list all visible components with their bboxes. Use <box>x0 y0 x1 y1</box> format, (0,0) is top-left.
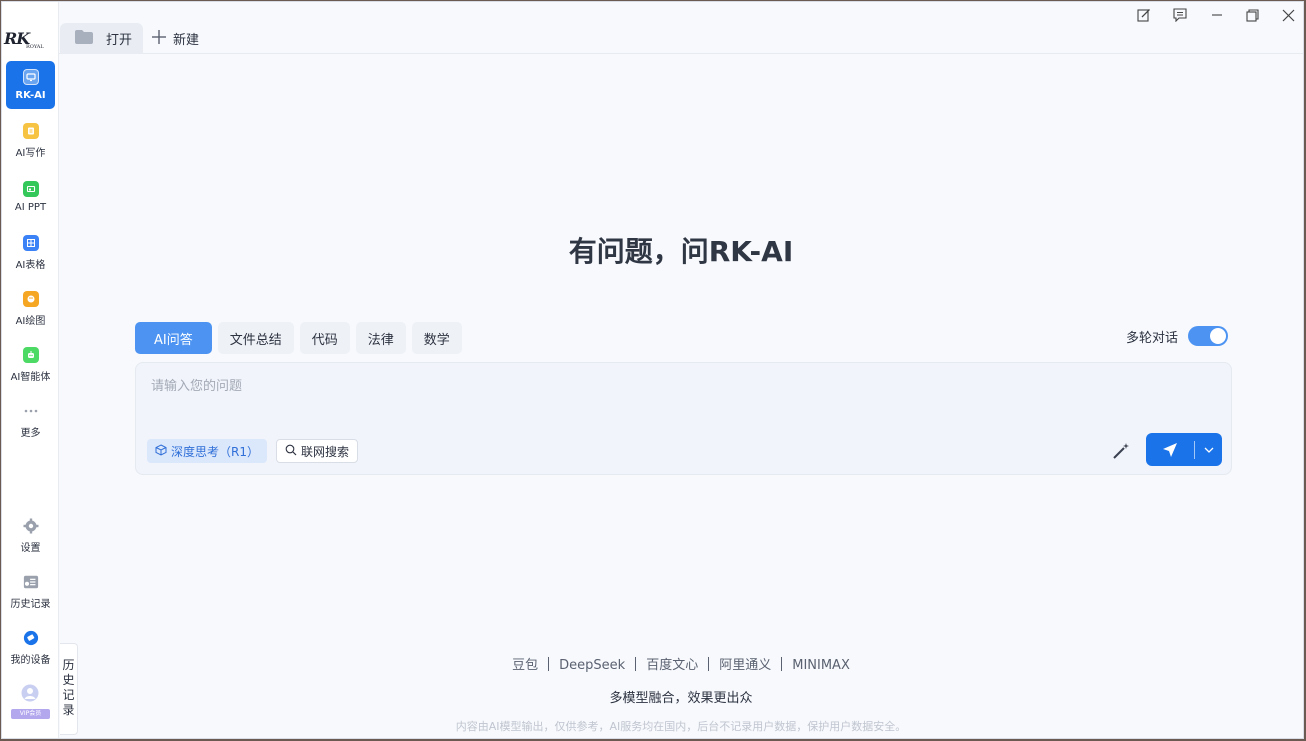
writing-icon <box>22 123 39 139</box>
sidebar-item-settings[interactable]: 设置 <box>6 512 55 560</box>
folder-icon <box>74 29 94 49</box>
model-list: 豆包 DeepSeek 百度文心 阿里通义 MINIMAX <box>59 654 1303 673</box>
sidebar-item-ai-ppt[interactable]: AI PPT <box>6 173 55 221</box>
model-name: MINIMAX <box>792 658 850 673</box>
cube-icon <box>155 443 167 459</box>
slogan: 多模型融合，效果更出众 <box>609 691 753 706</box>
mode-tabs: AI问答 文件总结 代码 法律 数学 <box>135 322 462 354</box>
chevron-down-icon[interactable] <box>1195 433 1222 466</box>
rk-ai-icon <box>22 69 39 85</box>
sidebar-item-label: 我的设备 <box>10 655 51 666</box>
magic-wand-icon[interactable] <box>1111 441 1131 461</box>
sidebar-item-more[interactable]: 更多 <box>6 397 55 445</box>
agent-icon <box>22 347 39 363</box>
plus-icon <box>151 29 167 49</box>
sidebar-item-ai-writing[interactable]: AI写作 <box>6 117 55 165</box>
table-icon <box>22 235 39 251</box>
sidebar-item-label: AI写作 <box>15 148 46 159</box>
tab-math[interactable]: 数学 <box>411 322 462 354</box>
palette-icon <box>22 291 39 307</box>
new-tab-button[interactable]: 新建 <box>151 23 199 54</box>
device-icon <box>23 630 39 646</box>
app-window: RK ROYAL RK-AI AI写作 AI PPT AI表格 AI绘图 AI智… <box>1 1 1304 739</box>
page-title: 有问题，问RK-AI <box>568 235 794 268</box>
question-input-box: 深度思考（R1） 联网搜索 <box>135 362 1232 475</box>
sidebar-item-ai-table[interactable]: AI表格 <box>6 229 55 277</box>
sidebar-item-label: 设置 <box>20 543 41 554</box>
sidebar: RK ROYAL RK-AI AI写作 AI PPT AI表格 AI绘图 AI智… <box>2 2 59 738</box>
tab-ai-qa[interactable]: AI问答 <box>135 322 212 354</box>
avatar[interactable] <box>21 684 39 702</box>
multi-turn-label: 多轮对话 <box>1126 330 1179 346</box>
send-icon[interactable] <box>1146 433 1194 466</box>
question-input[interactable] <box>151 375 1211 425</box>
gear-icon <box>23 518 39 534</box>
restore-icon[interactable] <box>1242 5 1262 25</box>
send-button[interactable] <box>1146 433 1222 466</box>
model-name: 阿里通义 <box>719 658 772 673</box>
sidebar-item-rk-ai[interactable]: RK-AI <box>6 61 55 109</box>
ppt-icon <box>22 181 39 197</box>
model-name: 百度文心 <box>646 658 699 673</box>
sidebar-item-ai-agent[interactable]: AI智能体 <box>6 341 55 389</box>
sidebar-item-history[interactable]: 历史记录 <box>6 568 55 616</box>
sidebar-item-label: 历史记录 <box>10 599 51 610</box>
feedback-icon[interactable] <box>1170 5 1190 25</box>
sidebar-item-label: RK-AI <box>15 90 46 101</box>
close-icon[interactable] <box>1278 5 1298 25</box>
web-search-toggle[interactable]: 联网搜索 <box>276 439 359 463</box>
edit-icon[interactable] <box>1134 5 1154 25</box>
tab-file-summary[interactable]: 文件总结 <box>217 322 294 354</box>
tab-open[interactable]: 打开 <box>60 23 143 54</box>
more-icon <box>23 403 39 419</box>
sidebar-item-ai-drawing[interactable]: AI绘图 <box>6 285 55 333</box>
tab-law[interactable]: 法律 <box>355 322 406 354</box>
sidebar-item-label: AI PPT <box>14 202 47 213</box>
history-icon <box>23 574 39 590</box>
app-logo: RK ROYAL <box>4 29 44 50</box>
multi-turn-toggle[interactable] <box>1188 326 1229 346</box>
sidebar-item-label: AI绘图 <box>15 316 46 327</box>
deep-think-toggle[interactable]: 深度思考（R1） <box>147 439 267 463</box>
sidebar-item-label: 更多 <box>20 428 41 439</box>
multi-turn-setting: 多轮对话 <box>1126 326 1229 346</box>
sidebar-item-my-devices[interactable]: 我的设备 <box>6 624 55 672</box>
vip-badge: VIP会员 <box>11 709 50 719</box>
sidebar-item-label: AI智能体 <box>10 372 51 383</box>
disclaimer: 内容由AI模型输出，仅供参考，AI服务均在国内，后台不记录用户数据，保护用户数据… <box>455 720 907 733</box>
sidebar-item-label: AI表格 <box>15 260 46 271</box>
tab-code[interactable]: 代码 <box>299 322 350 354</box>
search-icon <box>285 444 297 459</box>
topbar: 打开 新建 <box>59 2 1303 54</box>
model-name: 豆包 <box>512 658 539 673</box>
minimize-icon[interactable] <box>1207 5 1227 25</box>
model-name: DeepSeek <box>559 658 626 673</box>
